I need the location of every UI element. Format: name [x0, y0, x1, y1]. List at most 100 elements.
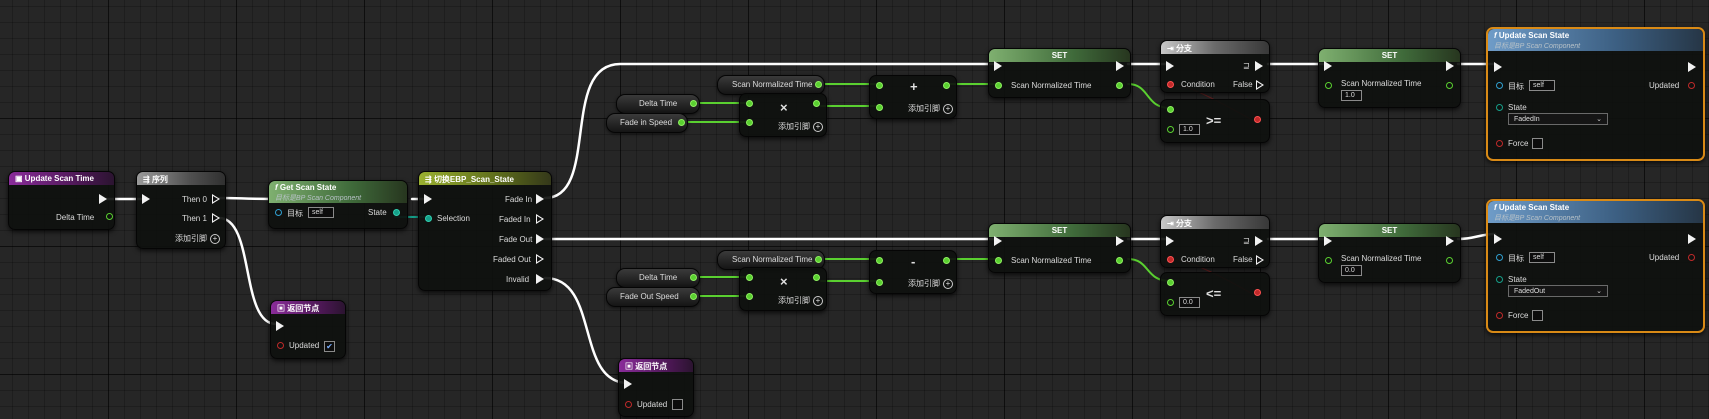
faded-out-pin[interactable]	[536, 254, 544, 264]
exec-out-pin[interactable]	[99, 194, 107, 204]
update-top-state-dropdown[interactable]: FadedIn ⌄	[1508, 113, 1608, 125]
set2-top-value-out[interactable]	[1446, 82, 1453, 89]
sequence-node[interactable]: ⇶ 序列 Then 0 Then 1 添加引脚 +	[136, 171, 226, 249]
subtract-in-b[interactable]	[876, 279, 883, 286]
compare-top-in-a[interactable]	[1167, 106, 1174, 113]
add-in-b[interactable]	[876, 104, 883, 111]
delta-time-getter-top[interactable]: Delta Time	[616, 94, 700, 114]
set2-bottom-value-out[interactable]	[1446, 257, 1453, 264]
fade-out-speed-getter[interactable]: Fade Out Speed	[606, 287, 700, 307]
branch-bottom-exec-in[interactable]	[1166, 236, 1174, 246]
set2-bottom-value-box[interactable]: 0.0	[1341, 265, 1362, 276]
fade-out-pin[interactable]	[536, 234, 544, 244]
set-bottom-exec-out[interactable]	[1116, 236, 1124, 246]
compare-bottom-value-box[interactable]: 0.0	[1179, 297, 1200, 308]
update-top-exec-out[interactable]	[1688, 62, 1696, 72]
set2-top-exec-in[interactable]	[1324, 61, 1332, 71]
compare-top-out[interactable]	[1254, 116, 1261, 123]
branch-top-exec-in[interactable]	[1166, 61, 1174, 71]
multiply-in-b[interactable]	[746, 119, 753, 126]
add-out[interactable]	[943, 82, 950, 89]
delta-time-getter-bottom[interactable]: Delta Time	[616, 268, 700, 288]
multiply-node-top[interactable]: × 添加引脚 +	[739, 93, 827, 137]
update-scan-state-node-top[interactable]: f Update Scan State 目标是BP Scan Component…	[1486, 27, 1705, 161]
then0-pin[interactable]	[212, 194, 220, 204]
compare-bottom-out[interactable]	[1254, 289, 1261, 296]
updated-checkbox[interactable]: ✔	[324, 341, 335, 352]
set2-bottom-exec-out[interactable]	[1446, 236, 1454, 246]
fade-in-speed-pin[interactable]	[678, 119, 685, 126]
update-bottom-state-pin[interactable]	[1496, 276, 1503, 283]
update-top-force-checkbox[interactable]	[1532, 138, 1543, 149]
update-bottom-force-pin[interactable]	[1496, 312, 1503, 319]
update-bottom-exec-out[interactable]	[1688, 234, 1696, 244]
multiply-bottom-add-pin[interactable]: 添加引脚 +	[778, 295, 823, 306]
set-top-value-in[interactable]	[995, 82, 1002, 89]
compare-top-value-box[interactable]: 1.0	[1179, 124, 1200, 135]
state-out-pin[interactable]	[393, 209, 400, 216]
branch-node-top[interactable]: ⇥ 分支 ⊒ Condition False	[1160, 40, 1270, 93]
set-bottom-value-in[interactable]	[995, 257, 1002, 264]
update-bottom-target-pin[interactable]	[1496, 254, 1503, 261]
update-top-state-pin[interactable]	[1496, 104, 1503, 111]
branch-bottom-false-pin[interactable]	[1256, 255, 1264, 265]
scan-time-getter-pin[interactable]	[815, 81, 822, 88]
set-node-top-2[interactable]: SET Scan Normalized Time 1.0	[1318, 48, 1461, 108]
return-node-top[interactable]: ▣ 返回节点 Updated ✔	[270, 300, 346, 359]
return-bottom-updated-pin[interactable]	[625, 401, 632, 408]
sequence-add-pin[interactable]: 添加引脚 +	[175, 233, 220, 244]
fade-out-speed-pin[interactable]	[690, 293, 697, 300]
updated-pin[interactable]	[277, 342, 284, 349]
subtract-add-pin[interactable]: 添加引脚 +	[908, 278, 953, 289]
add-add-pin[interactable]: 添加引脚 +	[908, 103, 953, 114]
invalid-pin[interactable]	[536, 274, 544, 284]
set-top-exec-in[interactable]	[994, 61, 1002, 71]
multiply-bottom-in-b[interactable]	[746, 293, 753, 300]
compare-top-in-b[interactable]	[1167, 126, 1174, 133]
compare-node-top[interactable]: 1.0 >=	[1160, 99, 1270, 143]
set-bottom-exec-in[interactable]	[994, 236, 1002, 246]
delta-time-getter-pin[interactable]	[690, 100, 697, 107]
set-node-bottom[interactable]: SET Scan Normalized Time	[988, 223, 1131, 273]
add-in-a[interactable]	[876, 82, 883, 89]
set2-top-value-box[interactable]: 1.0	[1341, 90, 1362, 101]
return-bottom-exec-in[interactable]	[624, 379, 632, 389]
return-bottom-updated-checkbox[interactable]	[672, 399, 683, 410]
set-bottom-value-out[interactable]	[1116, 257, 1123, 264]
delta-time-getter-bottom-pin[interactable]	[690, 274, 697, 281]
update-top-force-pin[interactable]	[1496, 140, 1503, 147]
set2-bottom-value-in[interactable]	[1325, 257, 1332, 264]
switch-on-scan-state-node[interactable]: ⇶ 切换EBP_Scan_State Selection Fade In Fad…	[418, 171, 552, 291]
update-scan-state-node-bottom[interactable]: f Update Scan State 目标是BP Scan Component…	[1486, 199, 1705, 333]
set-node-bottom-2[interactable]: SET Scan Normalized Time 0.0	[1318, 223, 1461, 283]
fade-in-pin[interactable]	[536, 194, 544, 204]
subtract-node-bottom[interactable]: - 添加引脚 +	[869, 250, 957, 294]
delta-time-pin[interactable]	[106, 213, 113, 220]
branch-node-bottom[interactable]: ⇥ 分支 ⊒ Condition False	[1160, 215, 1270, 268]
subtract-in-a[interactable]	[876, 257, 883, 264]
update-top-target-box[interactable]: self	[1529, 80, 1555, 91]
update-bottom-updated-pin[interactable]	[1688, 254, 1695, 261]
set-node-top[interactable]: SET Scan Normalized Time	[988, 48, 1131, 98]
sequence-exec-in[interactable]	[142, 194, 150, 204]
set2-bottom-exec-in[interactable]	[1324, 236, 1332, 246]
multiply-bottom-in-a[interactable]	[746, 274, 753, 281]
compare-bottom-in-a[interactable]	[1167, 279, 1174, 286]
multiply-out[interactable]	[813, 100, 820, 107]
switch-exec-in[interactable]	[424, 194, 432, 204]
branch-top-false-pin[interactable]	[1256, 80, 1264, 90]
selection-pin[interactable]	[425, 215, 432, 222]
update-top-exec-in[interactable]	[1494, 62, 1502, 72]
compare-node-bottom[interactable]: 0.0 <=	[1160, 272, 1270, 316]
target-self-box[interactable]: self	[308, 207, 334, 218]
branch-top-true-pin[interactable]	[1255, 61, 1263, 71]
update-top-target-pin[interactable]	[1496, 82, 1503, 89]
branch-top-condition-pin[interactable]	[1167, 81, 1174, 88]
set2-top-exec-out[interactable]	[1446, 61, 1454, 71]
then1-pin[interactable]	[212, 213, 220, 223]
return-node-bottom[interactable]: ▣ 返回节点 Updated	[618, 358, 694, 417]
update-top-updated-pin[interactable]	[1688, 82, 1695, 89]
branch-bottom-condition-pin[interactable]	[1167, 256, 1174, 263]
branch-bottom-true-pin[interactable]	[1255, 236, 1263, 246]
multiply-bottom-out[interactable]	[813, 274, 820, 281]
